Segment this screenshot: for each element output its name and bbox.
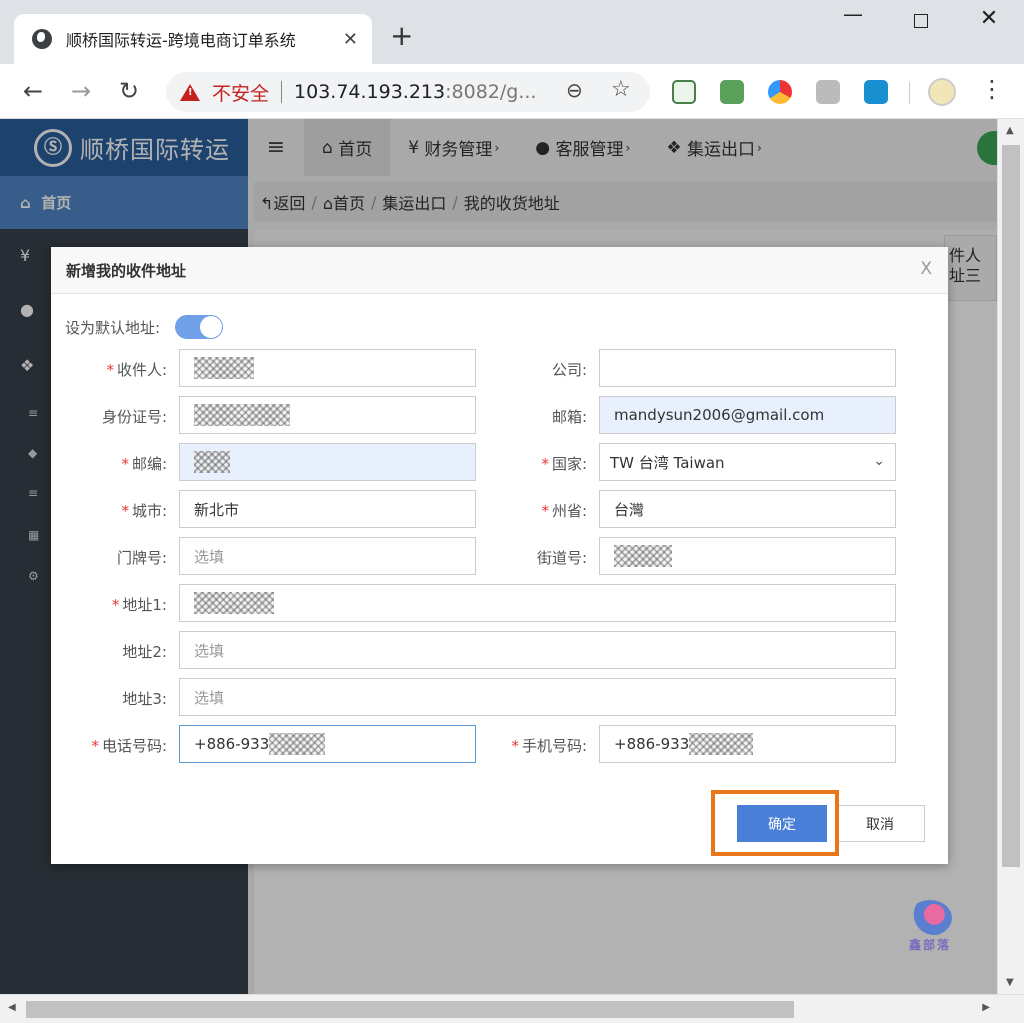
extension-icon[interactable] <box>816 80 840 104</box>
country-value: TW 台湾 Taiwan <box>610 453 725 472</box>
omnibox-divider <box>281 81 283 103</box>
extension-icon[interactable] <box>672 80 696 104</box>
toolbar-divider <box>909 82 910 104</box>
extension-icon[interactable] <box>768 80 792 104</box>
required-mark: * <box>541 502 549 520</box>
maximize-icon <box>914 14 928 28</box>
required-mark: * <box>511 737 519 755</box>
redacted-value <box>689 733 754 755</box>
zip-input[interactable] <box>179 443 476 481</box>
redacted-value <box>194 592 274 614</box>
browser-toolbar: ← → ↻ 不安全 103.74.193.213:8082/g... ⊖ ☆ ⋮ <box>0 64 1024 119</box>
tab-close-icon[interactable]: ✕ <box>343 29 358 50</box>
dialog-title: 新增我的收件地址 <box>66 261 187 280</box>
redacted-value <box>194 451 230 473</box>
email-label: 邮箱: <box>551 408 587 426</box>
forward-arrow-icon[interactable]: → <box>66 76 96 106</box>
scroll-up-icon[interactable]: ▲ <box>1006 125 1014 136</box>
door-number-label: 门牌号: <box>116 549 167 567</box>
required-mark: * <box>541 455 549 473</box>
scroll-right-icon[interactable]: ▶ <box>982 1002 990 1013</box>
extension-icon[interactable] <box>864 80 888 104</box>
bookmark-star-icon[interactable]: ☆ <box>611 77 631 102</box>
address2-label: 地址2: <box>122 643 167 661</box>
horizontal-scrollbar[interactable]: ◀ ▶ <box>0 994 1024 1023</box>
recipient-input[interactable] <box>179 349 476 387</box>
company-input[interactable] <box>599 349 896 387</box>
country-select[interactable]: TW 台湾 Taiwan ⌄ <box>599 443 896 481</box>
redacted-value <box>614 545 672 567</box>
address-bar[interactable]: 不安全 103.74.193.213:8082/g... ⊖ ☆ <box>166 72 650 112</box>
new-tab-button[interactable]: + <box>390 22 413 50</box>
minimize-button[interactable]: — <box>838 2 868 26</box>
address1-input[interactable] <box>179 584 896 622</box>
cancel-button[interactable]: 取消 <box>835 805 925 842</box>
close-window-button[interactable]: ✕ <box>974 6 1004 31</box>
scroll-down-icon[interactable]: ▼ <box>1006 977 1014 988</box>
recipient-label: * 收件人: <box>106 361 167 379</box>
required-mark: * <box>121 502 129 520</box>
vertical-scrollbar[interactable]: ▲ ▼ <box>997 119 1024 994</box>
scroll-thumb[interactable] <box>1002 145 1020 867</box>
default-address-label: 设为默认地址: <box>65 319 161 337</box>
door-number-input[interactable]: 选填 <box>179 537 476 575</box>
id-number-label: 身份证号: <box>101 408 167 426</box>
annotation-highlight <box>711 790 839 856</box>
id-number-input[interactable] <box>179 396 476 434</box>
security-label: 不安全 <box>212 82 270 105</box>
address3-label: 地址3: <box>122 690 167 708</box>
phone-input[interactable]: +886-933 <box>179 725 476 763</box>
maximize-button[interactable] <box>906 8 936 33</box>
required-mark: * <box>91 737 99 755</box>
address2-input[interactable]: 选填 <box>179 631 896 669</box>
redacted-value <box>194 357 254 379</box>
reload-icon[interactable]: ↻ <box>114 76 144 106</box>
country-label: * 国家: <box>541 455 587 473</box>
browser-menu-icon[interactable]: ⋮ <box>980 74 1004 104</box>
profile-avatar[interactable] <box>928 78 956 106</box>
redacted-value <box>269 733 326 755</box>
required-mark: * <box>121 455 129 473</box>
url-text: 103.74.193.213:8082/g... <box>294 81 536 103</box>
default-address-toggle[interactable] <box>175 315 223 339</box>
redacted-value <box>194 404 290 426</box>
close-icon[interactable]: X <box>920 259 932 279</box>
url-host: 103.74.193.213 <box>294 81 446 103</box>
browser-tabstrip: 顺桥国际转运-跨境电商订单系统 ✕ + — ✕ <box>0 0 1024 64</box>
browser-tab[interactable]: 顺桥国际转运-跨境电商订单系统 ✕ <box>14 14 372 64</box>
tab-title: 顺桥国际转运-跨境电商订单系统 <box>66 31 296 50</box>
paper-plane-icon <box>908 900 952 936</box>
watermark-text: 鑫部落 <box>908 938 951 952</box>
email-input[interactable]: mandysun2006@gmail.com <box>599 396 896 434</box>
url-rest: :8082/g... <box>445 81 537 103</box>
back-arrow-icon[interactable]: ← <box>18 76 48 106</box>
state-label: * 州省: <box>541 502 587 520</box>
company-label: 公司: <box>551 361 587 379</box>
street-number-label: 街道号: <box>536 549 587 567</box>
globe-icon <box>32 29 52 49</box>
required-mark: * <box>106 361 114 379</box>
street-number-input[interactable] <box>599 537 896 575</box>
dialog-header: 新增我的收件地址 X <box>51 247 948 294</box>
phone-label: * 电话号码: <box>91 737 167 755</box>
extension-icon[interactable] <box>720 80 744 104</box>
chevron-down-icon: ⌄ <box>873 453 885 469</box>
city-label: * 城市: <box>121 502 167 520</box>
address1-label: * 地址1: <box>111 596 167 614</box>
mobile-value: +886-933 <box>614 735 690 753</box>
state-input[interactable]: 台灣 <box>599 490 896 528</box>
required-mark: * <box>111 596 120 614</box>
mobile-label: * 手机号码: <box>511 737 587 755</box>
address3-input[interactable]: 选填 <box>179 678 896 716</box>
zoom-icon[interactable]: ⊖ <box>566 78 583 102</box>
add-address-dialog: 新增我的收件地址 X 设为默认地址: * 收件人: 公司: 身份证号: 邮箱: m… <box>51 247 948 864</box>
scroll-left-icon[interactable]: ◀ <box>8 1002 16 1013</box>
zip-label: * 邮编: <box>121 455 167 473</box>
scroll-thumb[interactable] <box>26 1001 794 1018</box>
mobile-input[interactable]: +886-933 <box>599 725 896 763</box>
phone-value: +886-933 <box>194 735 270 753</box>
city-input[interactable]: 新北市 <box>179 490 476 528</box>
watermark: 鑫部落 <box>898 900 962 960</box>
warning-icon <box>180 83 200 101</box>
